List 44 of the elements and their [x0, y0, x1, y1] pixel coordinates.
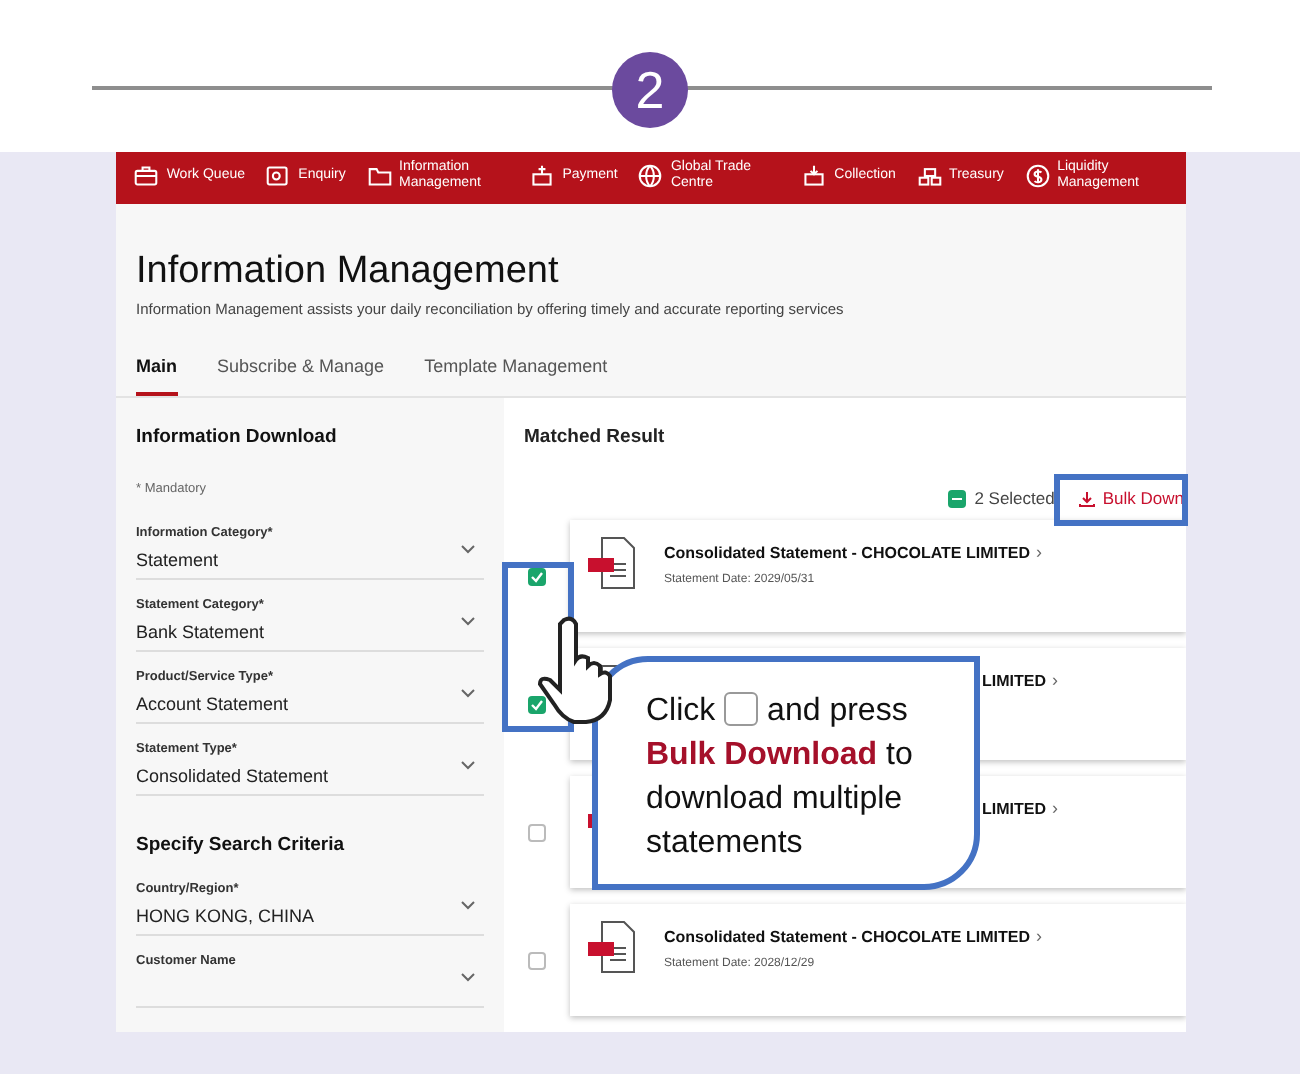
field-value: Consolidated Statement [136, 763, 329, 790]
statement-title: LIMITED [982, 798, 1046, 822]
chevron-icon [460, 900, 476, 911]
chevron-icon [460, 688, 476, 698]
nav-treasury-icon [917, 164, 942, 188]
nav-globe-icon [638, 164, 663, 188]
checkbox-sample-icon [724, 692, 759, 726]
checkbox[interactable] [528, 695, 546, 714]
field-value: Bank Statement [136, 619, 265, 646]
field-value: HONG KONG, CHINA [136, 904, 315, 930]
chevron-icon [460, 616, 476, 626]
instruction-text: Click and press Bulk Download to download multiple statements [646, 690, 915, 864]
pdf-file-icon [586, 920, 638, 975]
page-title: Information Management [136, 248, 559, 296]
statement-title: LIMITED [982, 670, 1046, 694]
field-value: Statement [136, 547, 219, 574]
chevron-icon [460, 544, 476, 554]
section-heading: Matched Result [524, 424, 667, 452]
section-heading: Specify Search Criteria [136, 832, 347, 860]
chevron: › [1035, 540, 1042, 567]
chevron: › [1052, 796, 1058, 823]
tab[interactable]: Subscribe & Manage [217, 353, 385, 396]
download-icon [1078, 489, 1097, 508]
chevron: › [1052, 668, 1058, 695]
checkbox[interactable] [528, 951, 546, 970]
section-heading: Information Download [136, 424, 339, 452]
nav-payment-icon [530, 164, 555, 188]
chevron-icon [460, 972, 476, 983]
nav-briefcase-icon [134, 164, 159, 188]
statement-title: Consolidated Statement - CHOCOLATE LIMITED [664, 926, 1030, 950]
nav-folder-icon [367, 164, 392, 188]
chevron: › [1035, 924, 1042, 951]
field-value: Account Statement [136, 691, 289, 718]
tab[interactable]: Template Management [424, 353, 608, 396]
nav-collection-icon [802, 164, 827, 188]
nav-dollar-icon [1025, 164, 1050, 188]
chevron-icon [460, 760, 476, 770]
statement-title: Consolidated Statement - CHOCOLATE LIMITED [664, 542, 1030, 566]
checkbox[interactable] [528, 823, 546, 842]
pdf-file-icon [586, 536, 638, 591]
button-highlight-frame [1054, 474, 1188, 526]
partial-checkbox[interactable] [948, 489, 967, 508]
nav-enquiry-icon [266, 164, 291, 188]
selected-count: 2 Selected [974, 485, 1055, 512]
